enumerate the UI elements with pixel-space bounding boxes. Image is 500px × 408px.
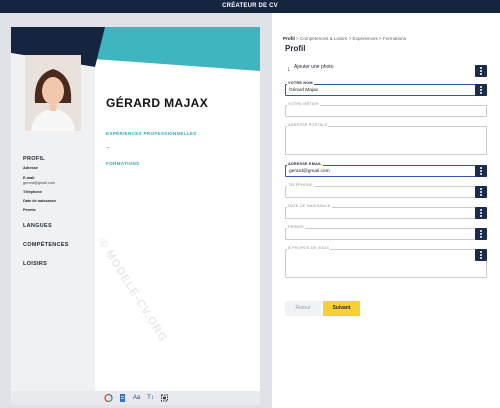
about-options-button[interactable] (475, 249, 487, 261)
profile-photo (25, 55, 81, 131)
breadcrumb: Profil > Compétences & Loisirs > Expérie… (283, 36, 406, 41)
phone-label: TÉLÉPHONE (287, 183, 314, 187)
editor-toolbar: Aa T↕ (11, 391, 260, 405)
cv-email-value: gerard@gmail.com (23, 181, 56, 185)
add-photo-button[interactable]: ↓ Ajouter une photo (285, 60, 355, 74)
cv-education-heading: FORMATIONS (106, 161, 140, 166)
upload-arrow-icon: ↓ (287, 66, 291, 73)
address-field[interactable] (285, 126, 487, 155)
add-photo-label: Ajouter une photo (294, 64, 334, 70)
license-label: PERMIS (287, 225, 305, 229)
birthdate-label: DATE DE NAISSANCE (287, 204, 332, 208)
cv-document: GÉRARD MAJAX EXPÉRIENCES PROFESSIONNELLE… (11, 27, 260, 391)
email-options-button[interactable] (475, 165, 487, 177)
email-value: gerard@gmail.com (289, 169, 330, 174)
cv-hobbies-title: LOISIRS (23, 261, 48, 267)
cv-experience-heading: EXPÉRIENCES PROFESSIONNELLES (106, 131, 197, 136)
cv-birth-label: Date de naissance (23, 199, 57, 203)
font-size-icon[interactable]: Aa (132, 393, 141, 403)
cv-skills-title: COMPÉTENCES (23, 242, 69, 248)
phone-options-button[interactable] (475, 186, 487, 198)
birthdate-field[interactable] (285, 207, 487, 219)
palette-icon[interactable] (104, 393, 113, 403)
cv-profile-title: PROFIL (23, 156, 45, 162)
email-field[interactable]: gerard@gmail.com (285, 165, 487, 177)
photo-options-button[interactable] (475, 65, 487, 77)
breadcrumb-item-formations[interactable]: Formations (383, 36, 406, 41)
cv-name: GÉRARD MAJAX (106, 96, 209, 110)
email-label: ADRESSE EMAIL (287, 162, 323, 166)
cv-preview-pane: GÉRARD MAJAX EXPÉRIENCES PROFESSIONNELLE… (0, 13, 272, 408)
license-options-button[interactable] (475, 228, 487, 240)
breadcrumb-item-competences[interactable]: Compétences & Loisirs (300, 36, 347, 41)
next-button[interactable]: Suivant (323, 301, 360, 316)
form-title: Profil (285, 44, 306, 53)
cv-phone-label: Téléphone (23, 190, 42, 194)
job-label: VOTRE MÉTIER (287, 102, 320, 106)
breadcrumb-item-experiences[interactable]: Expériences (352, 36, 377, 41)
name-label: VOTRE NOM (287, 81, 314, 85)
breadcrumb-item-profil[interactable]: Profil (283, 36, 295, 41)
back-button[interactable]: Retour (285, 301, 321, 316)
birthdate-options-button[interactable] (475, 207, 487, 219)
cv-license-label: Permis (23, 208, 36, 212)
text-tool-icon[interactable]: T↕ (146, 393, 155, 403)
crop-icon[interactable] (160, 393, 169, 403)
address-label: ADRESSE POSTALE (287, 123, 329, 127)
app-title: CRÉATEUR DE CV (222, 3, 278, 9)
name-value: Gérard Majax (289, 88, 319, 93)
name-options-button[interactable] (475, 84, 487, 96)
cv-experience-item: - (107, 145, 109, 151)
phone-field[interactable] (285, 186, 487, 198)
name-field[interactable]: Gérard Majax (285, 84, 487, 96)
watermark: © MODELE-CV.ORG (95, 237, 170, 345)
cv-address-label: Adresse (23, 166, 38, 170)
about-label: À PROPOS DE VOUS (287, 246, 331, 250)
document-icon[interactable] (118, 393, 127, 403)
job-field[interactable] (285, 105, 487, 117)
license-field[interactable] (285, 228, 487, 240)
app-title-bar: CRÉATEUR DE CV (0, 0, 500, 13)
about-field[interactable] (285, 249, 487, 278)
cv-languages-title: LANGUES (23, 223, 52, 229)
cv-email-label: E-mail (23, 176, 35, 180)
